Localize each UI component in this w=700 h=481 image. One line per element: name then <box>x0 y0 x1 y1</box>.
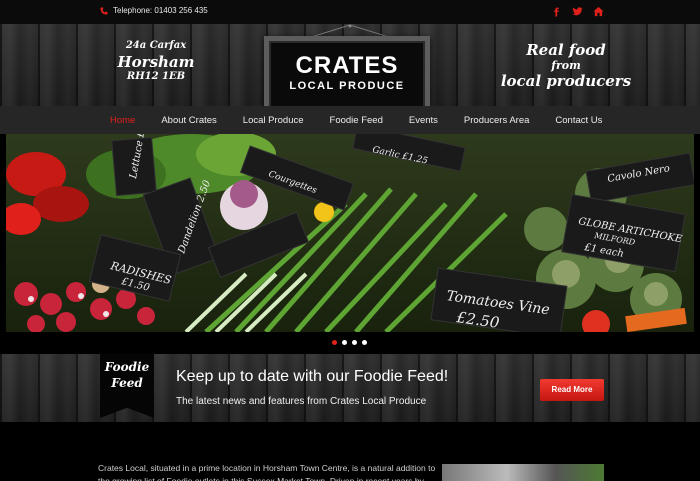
address-line-1: 24a Carfax <box>125 40 187 51</box>
read-more-button[interactable]: Read More <box>540 379 604 401</box>
social-links <box>550 5 604 17</box>
crates-logo[interactable]: CRATES LOCAL PRODUCE <box>264 36 430 116</box>
header: 24a Carfax Horsham RH12 1EB CRATES LOCAL… <box>0 24 700 116</box>
nav-item-events[interactable]: Events <box>409 115 438 126</box>
intro-image <box>442 464 604 481</box>
hero-slideshow[interactable]: Lettuce £1.95 Dandelion 2.50 RADISHES £1… <box>6 134 694 332</box>
phone-contact[interactable]: Telephone: 01403 256 435 <box>100 6 208 15</box>
nav-item-contact-us[interactable]: Contact Us <box>555 115 602 126</box>
slide-dot-1[interactable] <box>332 340 337 345</box>
foodie-feed-banner: Foodie Feed Keep up to date with our Foo… <box>0 354 700 422</box>
twitter-icon[interactable] <box>571 5 583 17</box>
foodie-feed-ribbon: Foodie Feed <box>100 354 154 418</box>
vegetable-market-image: Lettuce £1.95 Dandelion 2.50 RADISHES £1… <box>6 134 694 332</box>
nav-item-about-crates[interactable]: About Crates <box>161 115 216 126</box>
tagline-line-2: from <box>551 59 581 72</box>
nav-item-producers-area[interactable]: Producers Area <box>464 115 529 126</box>
address-line-3: RH12 1EB <box>126 71 186 83</box>
feed-heading: Keep up to date with our Foodie Feed! <box>176 368 449 385</box>
top-bar: Telephone: 01403 256 435 <box>0 0 700 24</box>
phone-icon <box>100 6 108 15</box>
slideshow-pager <box>0 332 700 354</box>
ribbon-line-1: Foodie <box>104 360 150 374</box>
slide-dot-4[interactable] <box>362 340 367 345</box>
logo-title: CRATES <box>295 52 399 79</box>
tagline: Real food from local producers <box>496 41 636 90</box>
nav-item-local-produce[interactable]: Local Produce <box>243 115 304 126</box>
tagline-line-3: local producers <box>500 72 632 91</box>
phone-text: Telephone: 01403 256 435 <box>113 6 208 15</box>
facebook-icon[interactable] <box>550 5 562 17</box>
feed-subheading: The latest news and features from Crates… <box>176 396 427 407</box>
address-line-2: Horsham <box>117 52 195 71</box>
nav-item-home[interactable]: Home <box>110 115 135 126</box>
nav-item-foodie-feed[interactable]: Foodie Feed <box>330 115 383 126</box>
slide-dot-3[interactable] <box>352 340 357 345</box>
intro-text: Crates Local, situated in a prime locati… <box>98 463 436 481</box>
store-address: 24a Carfax Horsham RH12 1EB <box>100 40 212 84</box>
ribbon-line-2: Feed <box>111 375 143 390</box>
main-nav: Home About Crates Local Produce Foodie F… <box>0 106 700 134</box>
slide-dot-2[interactable] <box>342 340 347 345</box>
intro-section: Crates Local, situated in a prime locati… <box>0 422 700 481</box>
logo-subtitle: LOCAL PRODUCE <box>289 80 405 92</box>
home-icon[interactable] <box>592 5 604 17</box>
tagline-line-1: Real food <box>526 41 606 59</box>
